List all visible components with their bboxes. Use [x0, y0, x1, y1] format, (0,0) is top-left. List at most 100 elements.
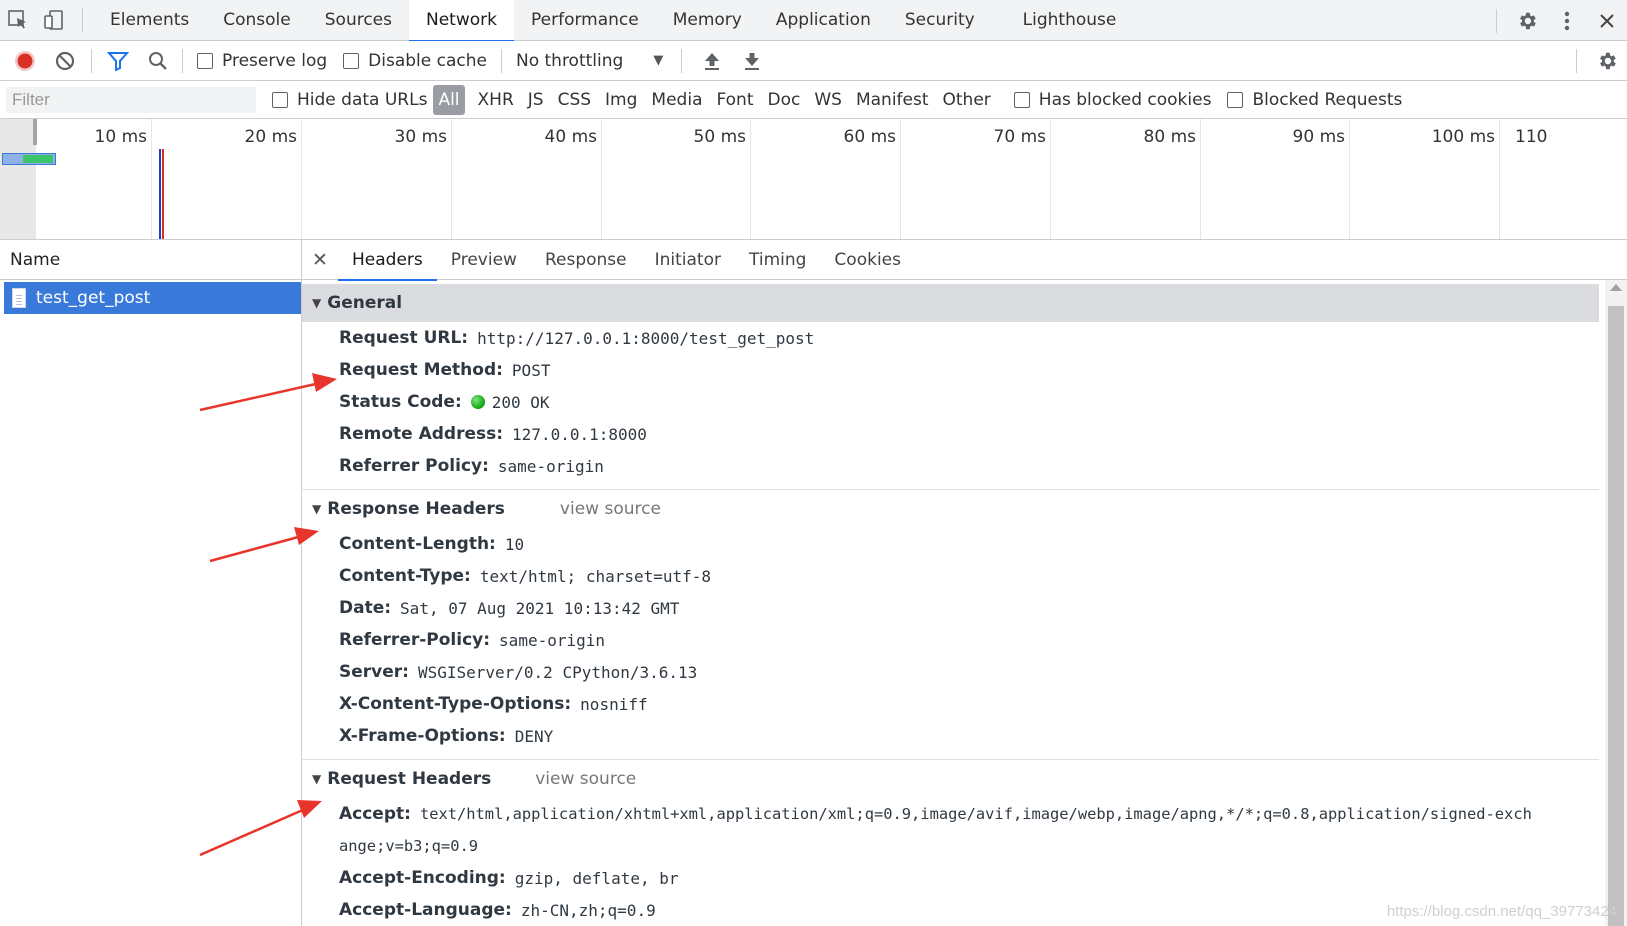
checkbox-box[interactable] [343, 52, 360, 69]
export-har-icon[interactable] [732, 41, 772, 81]
type-filter-font[interactable]: Font [709, 85, 760, 115]
devtools-tabbar: Elements Console Sources Network Perform… [0, 0, 1627, 42]
type-filter-other[interactable]: Other [936, 85, 998, 115]
toolbar-right [1566, 41, 1627, 81]
hide-data-urls-checkbox[interactable]: Hide data URLs [272, 90, 427, 110]
header-key: Request Method: [339, 360, 503, 380]
tab-console[interactable]: Console [206, 0, 308, 41]
general-title: General [327, 293, 403, 313]
header-row: Accept-Encoding: gzip, deflate, br [302, 862, 1627, 894]
details-scrollbar[interactable] [1605, 280, 1627, 926]
type-filter-manifest[interactable]: Manifest [849, 85, 936, 115]
header-value: WSGIServer/0.2 CPython/3.6.13 [417, 662, 698, 682]
separator [182, 48, 183, 73]
network-toolbar: Preserve log Disable cache No throttling… [0, 41, 1627, 81]
tick-label: 20 ms [244, 127, 297, 147]
filter-input[interactable] [6, 86, 256, 113]
type-filter-css[interactable]: CSS [551, 85, 598, 115]
blocked-requests-checkbox[interactable]: Blocked Requests [1227, 90, 1402, 110]
grid-line [1349, 119, 1350, 239]
tab-preview[interactable]: Preview [437, 240, 531, 280]
close-devtools-icon[interactable] [1587, 0, 1627, 41]
tab-lighthouse[interactable]: Lighthouse [1006, 0, 1134, 41]
preserve-log-checkbox[interactable]: Preserve log [197, 51, 327, 71]
checkbox-box[interactable] [1013, 91, 1030, 108]
grid-line [451, 119, 452, 239]
tab-elements[interactable]: Elements [93, 0, 206, 41]
tab-timing[interactable]: Timing [735, 240, 820, 280]
request-headers-section-header[interactable]: ▼ Request Headers view source [302, 760, 1627, 798]
watermark: https://blog.csdn.net/qq_39773424 [1386, 903, 1617, 920]
tick-label: 110 [1515, 127, 1548, 147]
checkbox-box[interactable] [1227, 91, 1244, 108]
checkbox-box[interactable] [272, 91, 288, 108]
request-details: ✕ Headers Preview Response Initiator Tim… [302, 240, 1627, 926]
tab-network[interactable]: Network [409, 0, 514, 42]
grid-line [1200, 119, 1201, 239]
type-filter-xhr[interactable]: XHR [471, 85, 521, 115]
scroll-up-arrow-icon[interactable] [1610, 284, 1622, 291]
has-blocked-cookies-checkbox[interactable]: Has blocked cookies [1013, 90, 1211, 110]
more-options-icon[interactable] [1547, 0, 1587, 41]
tab-initiator[interactable]: Initiator [641, 240, 735, 280]
tab-headers[interactable]: Headers [338, 240, 437, 281]
network-settings-gear-icon[interactable] [1587, 41, 1627, 81]
import-har-icon[interactable] [692, 41, 732, 81]
type-filter-ws[interactable]: WS [807, 85, 849, 115]
scroll-thumb[interactable] [1608, 306, 1624, 926]
header-key: Request URL: [339, 328, 469, 348]
throttling-select[interactable]: No throttling ▼ [502, 51, 663, 71]
separator [1496, 8, 1497, 33]
close-details-icon[interactable]: ✕ [302, 249, 338, 271]
tick-label: 80 ms [1143, 127, 1196, 147]
tab-cookies[interactable]: Cookies [820, 240, 915, 280]
header-row: Request Method: POST [302, 354, 1627, 386]
clear-icon[interactable] [45, 41, 85, 81]
timeline-overview[interactable]: 10 ms 20 ms 30 ms 40 ms 50 ms 60 ms 70 m… [0, 119, 1627, 240]
general-section-header[interactable]: ▼ General [302, 284, 1599, 322]
view-source-link[interactable]: view source [560, 499, 661, 519]
tab-security[interactable]: Security [888, 0, 992, 41]
overview-window-handle[interactable] [33, 119, 37, 145]
device-toolbar-icon[interactable] [36, 0, 72, 41]
tab-memory[interactable]: Memory [656, 0, 759, 41]
record-icon[interactable] [5, 41, 45, 81]
tab-sources[interactable]: Sources [308, 0, 409, 41]
header-row: X-Frame-Options: DENY [302, 720, 1627, 752]
response-headers-section-header[interactable]: ▼ Response Headers view source [302, 490, 1627, 528]
grid-line [301, 119, 302, 239]
tab-application[interactable]: Application [759, 0, 888, 41]
name-column-header[interactable]: Name [0, 240, 301, 280]
header-value: text/html; charset=utf-8 [479, 566, 712, 586]
disable-cache-checkbox[interactable]: Disable cache [343, 51, 487, 71]
checkbox-box[interactable] [197, 52, 213, 69]
type-filter-img[interactable]: Img [598, 85, 644, 115]
header-row: Accept: text/html,application/xhtml+xml,a… [302, 798, 1627, 830]
inspect-element-icon[interactable] [0, 0, 36, 41]
type-filter-media[interactable]: Media [644, 85, 709, 115]
filter-funnel-icon[interactable] [98, 41, 138, 81]
header-value: zh-CN,zh;q=0.9 [520, 900, 656, 920]
header-key: Remote Address: [339, 424, 504, 444]
header-value: http://127.0.0.1:8000/test_get_post [477, 328, 815, 348]
search-icon[interactable] [138, 41, 178, 81]
header-row: Content-Length: 10 [302, 528, 1627, 560]
type-filter-all[interactable]: All [433, 84, 465, 115]
type-filter-doc[interactable]: Doc [761, 85, 808, 115]
settings-gear-icon[interactable] [1507, 0, 1547, 41]
type-filter-js[interactable]: JS [521, 85, 551, 115]
header-row: Date: Sat, 07 Aug 2021 10:13:42 GMT [302, 592, 1627, 624]
request-row[interactable]: test_get_post [4, 282, 301, 314]
blocked-requests-label: Blocked Requests [1252, 89, 1403, 110]
header-key: Date: [339, 598, 392, 618]
header-key: Referrer Policy: [339, 456, 489, 476]
hide-data-urls-label: Hide data URLs [297, 89, 428, 110]
header-key: Accept: [339, 804, 411, 824]
grid-line [601, 119, 602, 239]
header-value: nosniff [580, 694, 648, 714]
tab-performance[interactable]: Performance [514, 0, 656, 41]
header-value: same-origin [497, 456, 604, 476]
disable-cache-label: Disable cache [368, 50, 487, 71]
view-source-link[interactable]: view source [535, 769, 636, 789]
tab-response[interactable]: Response [531, 240, 641, 280]
